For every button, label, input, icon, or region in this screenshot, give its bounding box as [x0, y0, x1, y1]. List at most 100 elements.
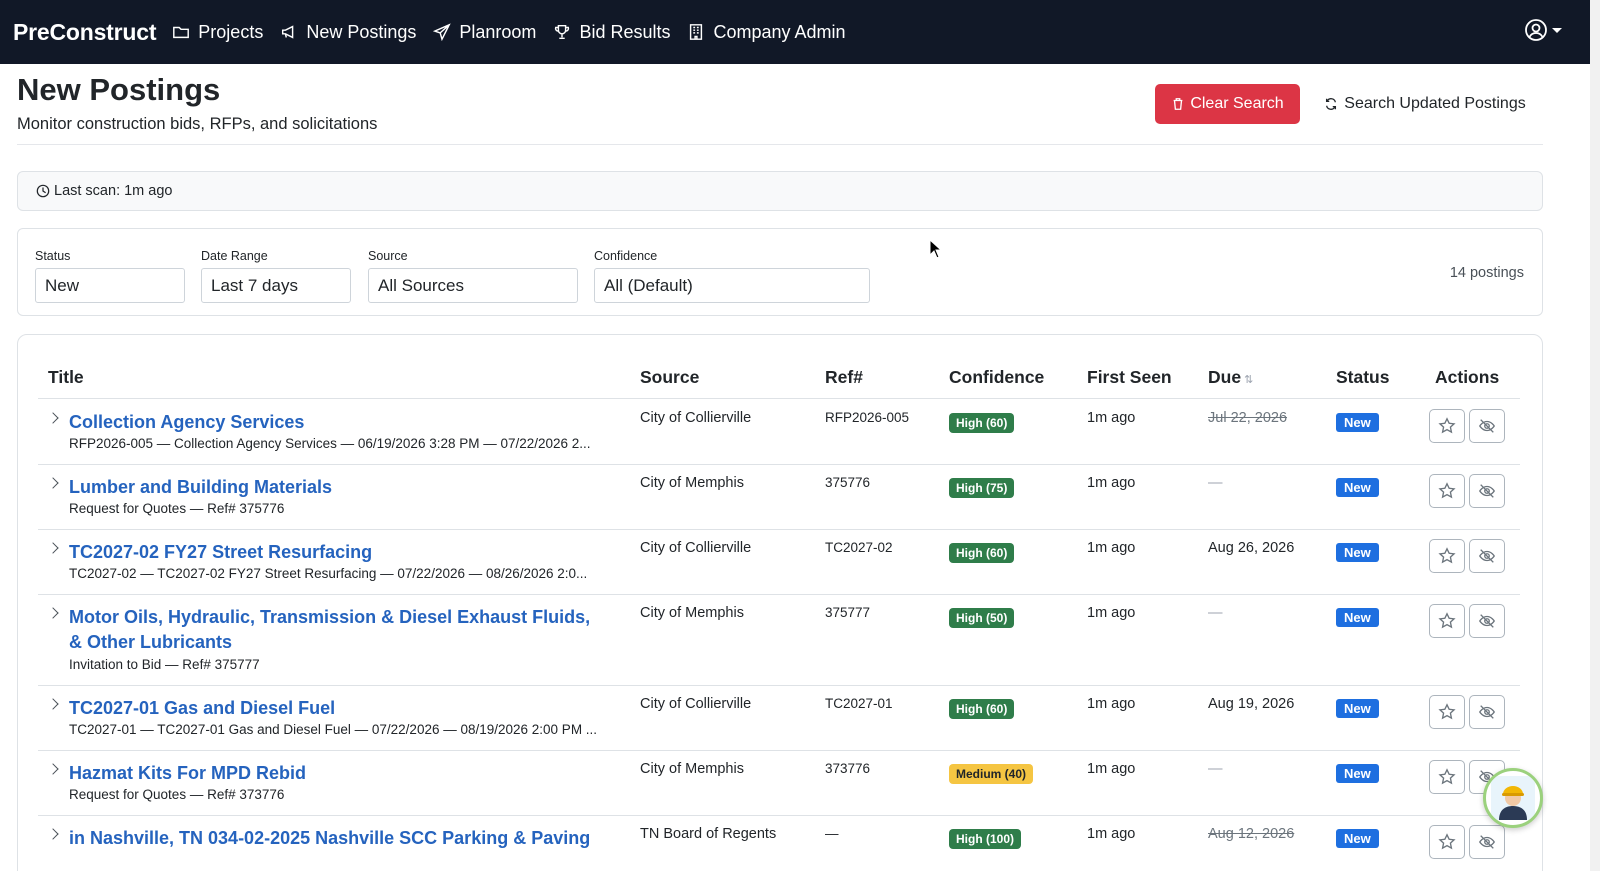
posting-first-seen: 1m ago — [1087, 475, 1136, 491]
table-row: Lumber and Building Materials Request for… — [38, 465, 1520, 530]
posting-source: City of Collierville — [640, 696, 752, 712]
mouse-cursor-icon — [929, 238, 943, 259]
favorite-button[interactable] — [1429, 474, 1465, 508]
postings-count: 14 postings — [1449, 265, 1524, 281]
posting-title-link[interactable]: TC2027-01 Gas and Diesel Fuel — [69, 696, 599, 721]
posting-due-date: — — [1208, 761, 1223, 777]
posting-ref: RFP2026-005 — [825, 410, 910, 425]
confidence-filter-label: Confidence — [594, 249, 658, 263]
posting-first-seen: 1m ago — [1087, 605, 1136, 621]
favorite-button[interactable] — [1429, 409, 1465, 443]
star-icon — [1438, 547, 1456, 564]
star-icon — [1438, 768, 1456, 785]
table-row: Hazmat Kits For MPD Rebid Request for Quo… — [38, 751, 1520, 816]
expand-chevron-icon[interactable] — [47, 607, 59, 619]
posting-title-link[interactable]: Lumber and Building Materials — [69, 475, 599, 500]
clear-search-button[interactable]: Clear Search — [1155, 84, 1300, 124]
nav-item-new-postings[interactable]: New Postings — [280, 22, 416, 43]
posting-title-link[interactable]: in Nashville, TN 034-02-2025 Nashville S… — [69, 826, 599, 851]
eye-slash-icon — [1479, 614, 1495, 628]
star-icon — [1438, 482, 1456, 499]
date-range-select[interactable]: Last 7 days — [201, 268, 351, 303]
confidence-badge: High (75) — [949, 478, 1015, 498]
brand-logo[interactable]: PreConstruct — [13, 19, 156, 46]
hide-button[interactable] — [1469, 409, 1505, 443]
posting-title-link[interactable]: Motor Oils, Hydraulic, Transmission & Di… — [69, 605, 599, 655]
nav-item-label: New Postings — [306, 21, 417, 42]
confidence-select[interactable]: All (Default) — [594, 268, 870, 303]
hide-button[interactable] — [1469, 695, 1505, 729]
favorite-button[interactable] — [1429, 825, 1465, 859]
posting-ref: 375776 — [825, 475, 871, 490]
assistant-chat-button[interactable] — [1483, 768, 1543, 828]
building-icon — [690, 24, 703, 40]
table-row: Motor Oils, Hydraulic, Transmission & Di… — [38, 595, 1520, 686]
favorite-button[interactable] — [1429, 695, 1465, 729]
posting-ref: 373776 — [825, 761, 871, 776]
date-range-filter-label: Date Range — [201, 249, 268, 263]
column-header-source: Source — [640, 367, 700, 387]
expand-chevron-icon[interactable] — [47, 542, 59, 554]
posting-title-link[interactable]: Collection Agency Services — [69, 410, 599, 435]
status-select[interactable]: New — [35, 268, 185, 303]
posting-due-date: — — [1208, 475, 1223, 491]
divider — [17, 144, 1543, 145]
posting-ref: — — [825, 826, 839, 841]
expand-chevron-icon[interactable] — [47, 698, 59, 710]
star-icon — [1438, 833, 1456, 850]
expand-chevron-icon[interactable] — [47, 412, 59, 424]
nav-item-label: Planroom — [459, 21, 537, 42]
posting-first-seen: 1m ago — [1087, 410, 1136, 426]
table-row: TC2027-02 FY27 Street Resurfacing TC2027-… — [38, 530, 1520, 595]
nav-item-bid-results[interactable]: Bid Results — [553, 22, 670, 43]
hide-button[interactable] — [1469, 825, 1505, 859]
confidence-filter: Confidence All (Default) — [594, 249, 870, 303]
nav-item-company-admin[interactable]: Company Admin — [687, 22, 846, 43]
nav-item-planroom[interactable]: Planroom — [433, 22, 536, 43]
posting-subtitle: Invitation to Bid — Ref# 375777 — [69, 657, 260, 672]
status-badge: New — [1336, 543, 1379, 562]
posting-first-seen: 1m ago — [1087, 540, 1136, 556]
column-header-due[interactable]: Due ⇅ — [1208, 367, 1253, 388]
sort-icon[interactable]: ⇅ — [1244, 374, 1253, 386]
status-filter-label: Status — [35, 249, 71, 263]
column-header-title: Title — [48, 367, 84, 387]
hide-button[interactable] — [1469, 539, 1505, 573]
hide-button[interactable] — [1469, 474, 1505, 508]
search-updated-postings-label: Search Updated Postings — [1344, 95, 1526, 112]
confidence-badge: High (100) — [949, 829, 1022, 849]
posting-due-date: Aug 19, 2026 — [1208, 696, 1295, 712]
column-header-confidence: Confidence — [949, 367, 1045, 387]
posting-subtitle: RFP2026-005 — Collection Agency Services… — [69, 436, 591, 451]
megaphone-icon — [282, 25, 294, 39]
eye-slash-icon — [1479, 835, 1495, 849]
favorite-button[interactable] — [1429, 539, 1465, 573]
posting-source: City of Memphis — [640, 475, 744, 491]
posting-ref: TC2027-01 — [825, 696, 893, 711]
source-select[interactable]: All Sources — [368, 268, 578, 303]
user-menu[interactable] — [1524, 18, 1562, 42]
column-header-first-seen: First Seen — [1087, 367, 1172, 387]
construction-worker-avatar-icon — [1491, 776, 1535, 820]
posting-title-link[interactable]: TC2027-02 FY27 Street Resurfacing — [69, 540, 599, 565]
confidence-badge: High (50) — [949, 608, 1015, 628]
header-divider — [38, 398, 1520, 399]
posting-source: TN Board of Regents — [640, 826, 777, 842]
nav-item-projects[interactable]: Projects — [172, 22, 263, 43]
status-badge: New — [1336, 413, 1379, 432]
search-updated-postings-button[interactable]: Search Updated Postings — [1314, 84, 1536, 124]
confidence-badge: High (60) — [949, 699, 1015, 719]
trash-icon — [1173, 98, 1183, 110]
favorite-button[interactable] — [1429, 760, 1465, 794]
source-filter-label: Source — [368, 249, 408, 263]
page-subtitle: Monitor construction bids, RFPs, and sol… — [17, 115, 378, 133]
expand-chevron-icon[interactable] — [47, 828, 59, 840]
hide-button[interactable] — [1469, 604, 1505, 638]
favorite-button[interactable] — [1429, 604, 1465, 638]
trophy-icon — [555, 24, 570, 40]
expand-chevron-icon[interactable] — [47, 763, 59, 775]
expand-chevron-icon[interactable] — [47, 477, 59, 489]
paper-plane-icon — [433, 23, 452, 41]
posting-title-link[interactable]: Hazmat Kits For MPD Rebid — [69, 761, 599, 786]
scrollbar[interactable] — [1590, 0, 1600, 871]
